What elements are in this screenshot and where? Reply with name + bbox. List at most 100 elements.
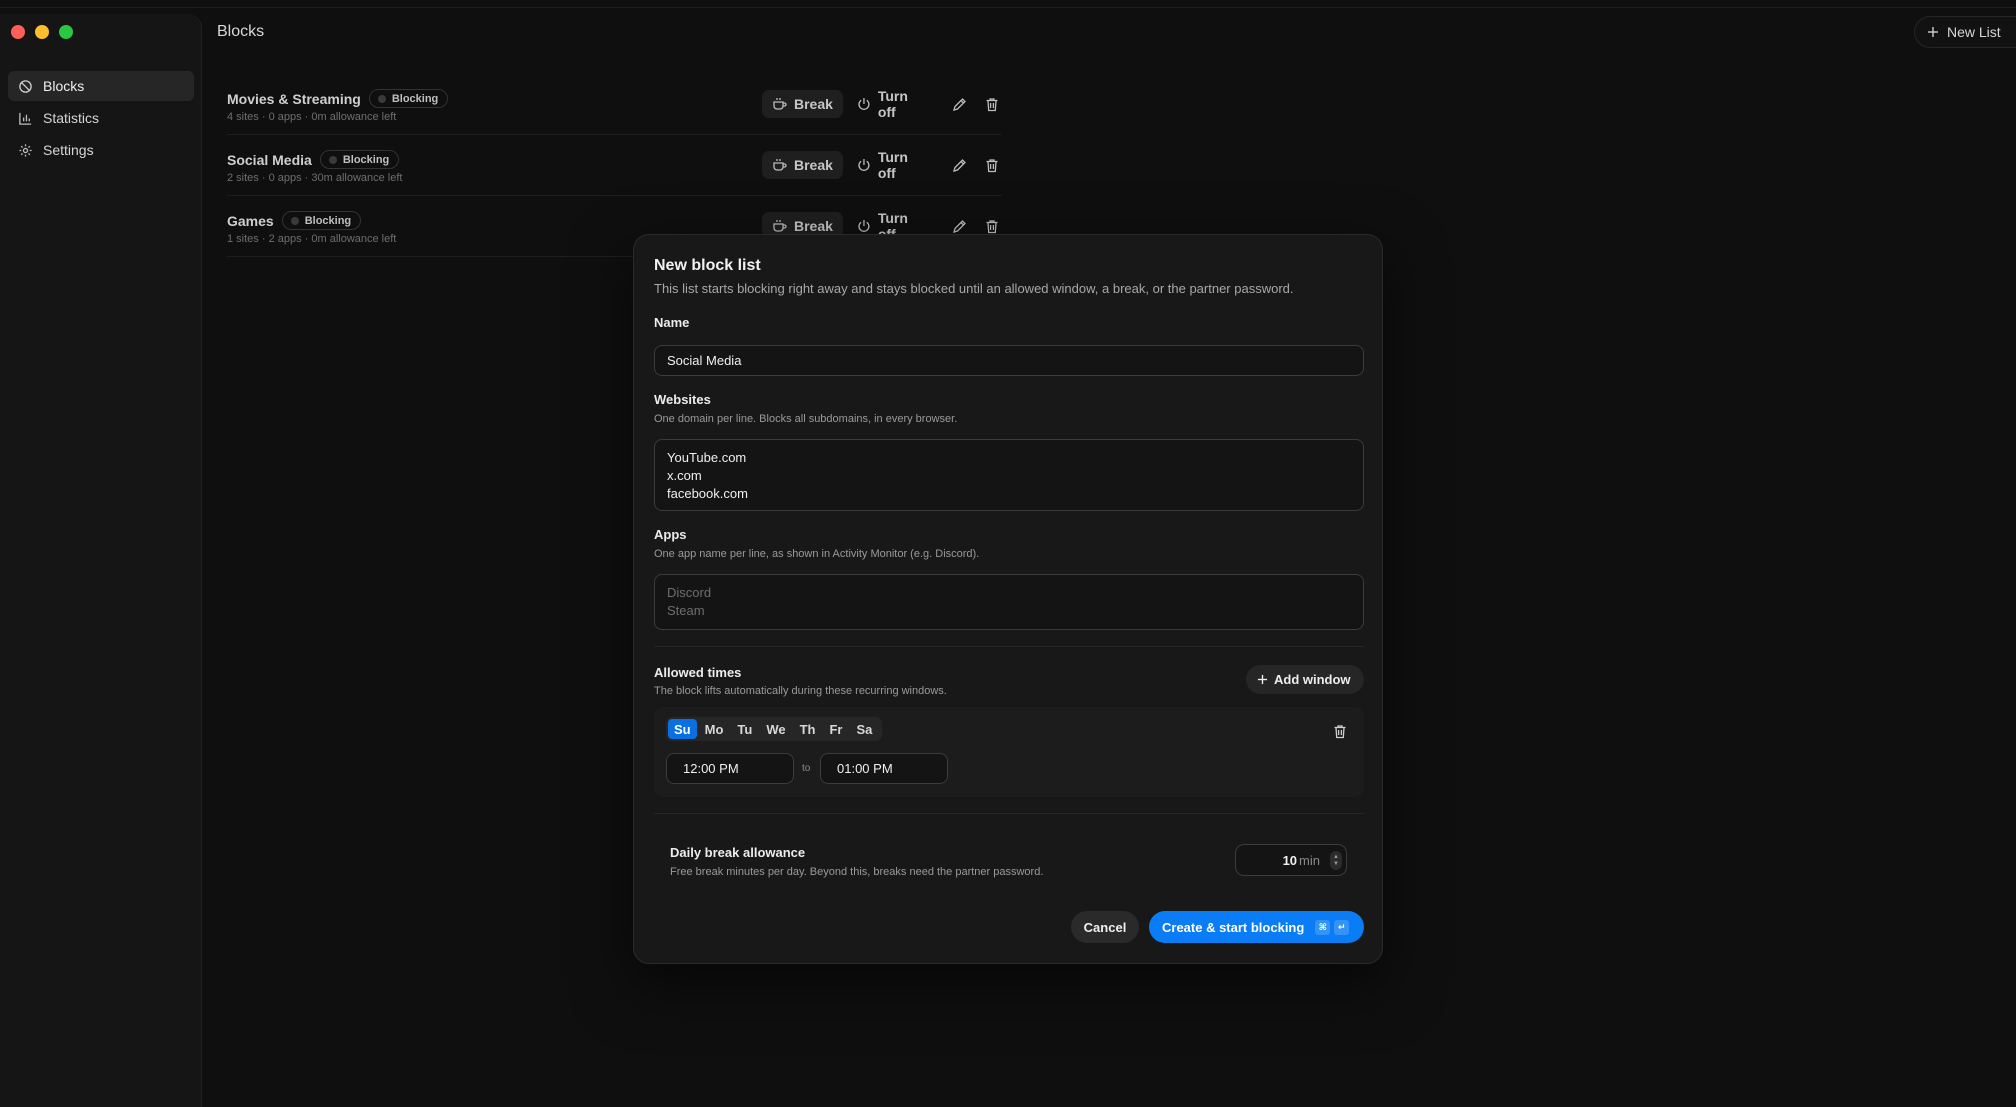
title-bar-line [0,7,2016,8]
delete-button[interactable] [982,94,1002,114]
website-line: x.com [667,468,702,483]
plus-icon [1257,674,1268,685]
break-button[interactable]: Break [762,90,843,118]
name-label: Name [654,315,690,330]
new-list-label: New List [1947,24,2001,40]
apps-label: Apps [654,527,687,542]
allowed-times-hint: The block lifts automatically during the… [654,685,947,697]
start-time-input[interactable]: 12:00 PM [666,753,794,784]
trash-icon [986,158,998,172]
status-badge: Blocking [319,150,400,169]
delete-button[interactable] [982,155,1002,175]
coffee-cup-icon [773,220,787,232]
chevron-down-icon[interactable]: ▼ [1333,861,1339,868]
gear-icon [19,143,32,157]
allowance-label: Daily break allowance [670,845,806,860]
power-icon [858,98,870,110]
websites-label: Websites [654,392,711,407]
return-key-icon: ↵ [1334,919,1350,935]
pencil-icon [952,219,966,233]
sidebar-item-settings[interactable]: Settings [8,135,194,165]
end-time-input[interactable]: 01:00 PM [820,753,948,784]
list-summary: 4 sites · 0 apps · 0m allowance left [227,111,397,123]
block-list-table: Movies & Streaming Blocking 4 sites · 0 … [227,74,1002,257]
name-input[interactable]: Social Media [654,345,1364,376]
app-window: Blocks Statistics Settings Blocks New Li… [0,0,2016,1107]
allowance-unit: min [1299,852,1320,868]
list-name: Movies & Streaming [227,90,361,107]
website-line: facebook.com [667,486,748,501]
apps-placeholder: Steam [667,603,705,618]
status-dot [328,155,337,164]
websites-hint: One domain per line. Blocks all subdomai… [654,413,958,425]
cancel-button[interactable]: Cancel [1071,911,1139,943]
day-toggle-fr[interactable]: Fr [823,719,848,739]
status-dot [290,216,299,225]
coffee-cup-icon [773,98,787,110]
day-toggle-mo[interactable]: Mo [699,719,730,739]
list-item: Movies & Streaming Blocking 4 sites · 0 … [227,74,1002,135]
pencil-icon [952,97,966,111]
trash-icon [986,219,998,233]
command-key-icon: ⌘ [1315,919,1331,935]
list-name: Social Media [227,151,312,168]
delete-window-button[interactable] [1330,721,1350,741]
dialog-title: New block list [654,257,761,274]
day-toggle-tu[interactable]: Tu [731,719,758,739]
close-window-button[interactable] [11,25,25,39]
edit-button[interactable] [949,94,969,114]
day-toggle-th[interactable]: Th [794,719,822,739]
list-item: Social Media Blocking 2 sites · 0 apps ·… [227,135,1002,196]
plus-icon [1928,27,1938,37]
websites-textarea[interactable]: YouTube.com x.com facebook.com [654,439,1364,511]
allowance-value: 10 [1282,852,1298,868]
delete-button[interactable] [982,216,1002,236]
apps-placeholder: Discord [667,585,712,600]
list-name: Games [227,212,274,229]
sidebar-item-label: Settings [43,142,94,158]
edit-button[interactable] [949,155,969,175]
pencil-icon [952,158,966,172]
bar-chart-icon [19,112,32,125]
minimize-window-button[interactable] [35,25,49,39]
create-start-blocking-button[interactable]: Create & start blocking ⌘ ↵ [1149,911,1364,943]
day-toggle-sa[interactable]: Sa [850,719,878,739]
zoom-window-button[interactable] [59,25,73,39]
page-title: Blocks [217,23,265,40]
list-summary: 1 sites · 2 apps · 0m allowance left [227,233,397,245]
new-list-button[interactable]: New List [1914,16,2016,48]
apps-hint: One app name per line, as shown in Activ… [654,548,980,560]
dialog-description: This list starts blocking right away and… [654,281,1294,296]
new-block-list-dialog: New block list This list starts blocking… [633,234,1383,964]
day-toggle-su[interactable]: Su [668,719,697,739]
break-button[interactable]: Break [762,151,843,179]
sidebar-item-label: Blocks [43,78,85,94]
trash-icon [986,97,998,111]
sidebar-item-statistics[interactable]: Statistics [8,103,194,133]
status-badge: Blocking [368,89,449,108]
section-divider [654,646,1364,647]
window-controls [11,25,73,39]
shield-icon [19,79,32,93]
turn-off-button[interactable]: Turn off [857,149,929,181]
day-toggle-we[interactable]: We [760,719,791,739]
power-icon [858,159,870,171]
allowed-times-label: Allowed times [654,665,742,680]
trash-icon [1334,724,1346,738]
turn-off-button[interactable]: Turn off [857,88,929,120]
edit-button[interactable] [949,216,969,236]
sidebar-item-blocks[interactable]: Blocks [8,71,194,101]
add-window-button[interactable]: Add window [1246,665,1364,694]
allowance-stepper[interactable]: 10 min ▲ ▼ [1235,844,1347,876]
sidebar-item-label: Statistics [43,110,100,126]
stepper-arrows[interactable]: ▲ ▼ [1330,851,1342,870]
to-label: to [802,763,811,774]
sidebar: Blocks Statistics Settings [0,14,202,1107]
apps-textarea[interactable]: Discord Steam [654,574,1364,630]
status-dot [377,94,386,103]
chevron-up-icon[interactable]: ▲ [1333,854,1339,861]
list-summary: 2 sites · 0 apps · 30m allowance left [227,172,403,184]
create-label: Create & start blocking [1162,919,1305,935]
sidebar-nav: Blocks Statistics Settings [8,71,194,167]
allowed-window-card: Su Mo Tu We Th Fr Sa 12:00 PM to 01:00 P… [654,707,1364,797]
